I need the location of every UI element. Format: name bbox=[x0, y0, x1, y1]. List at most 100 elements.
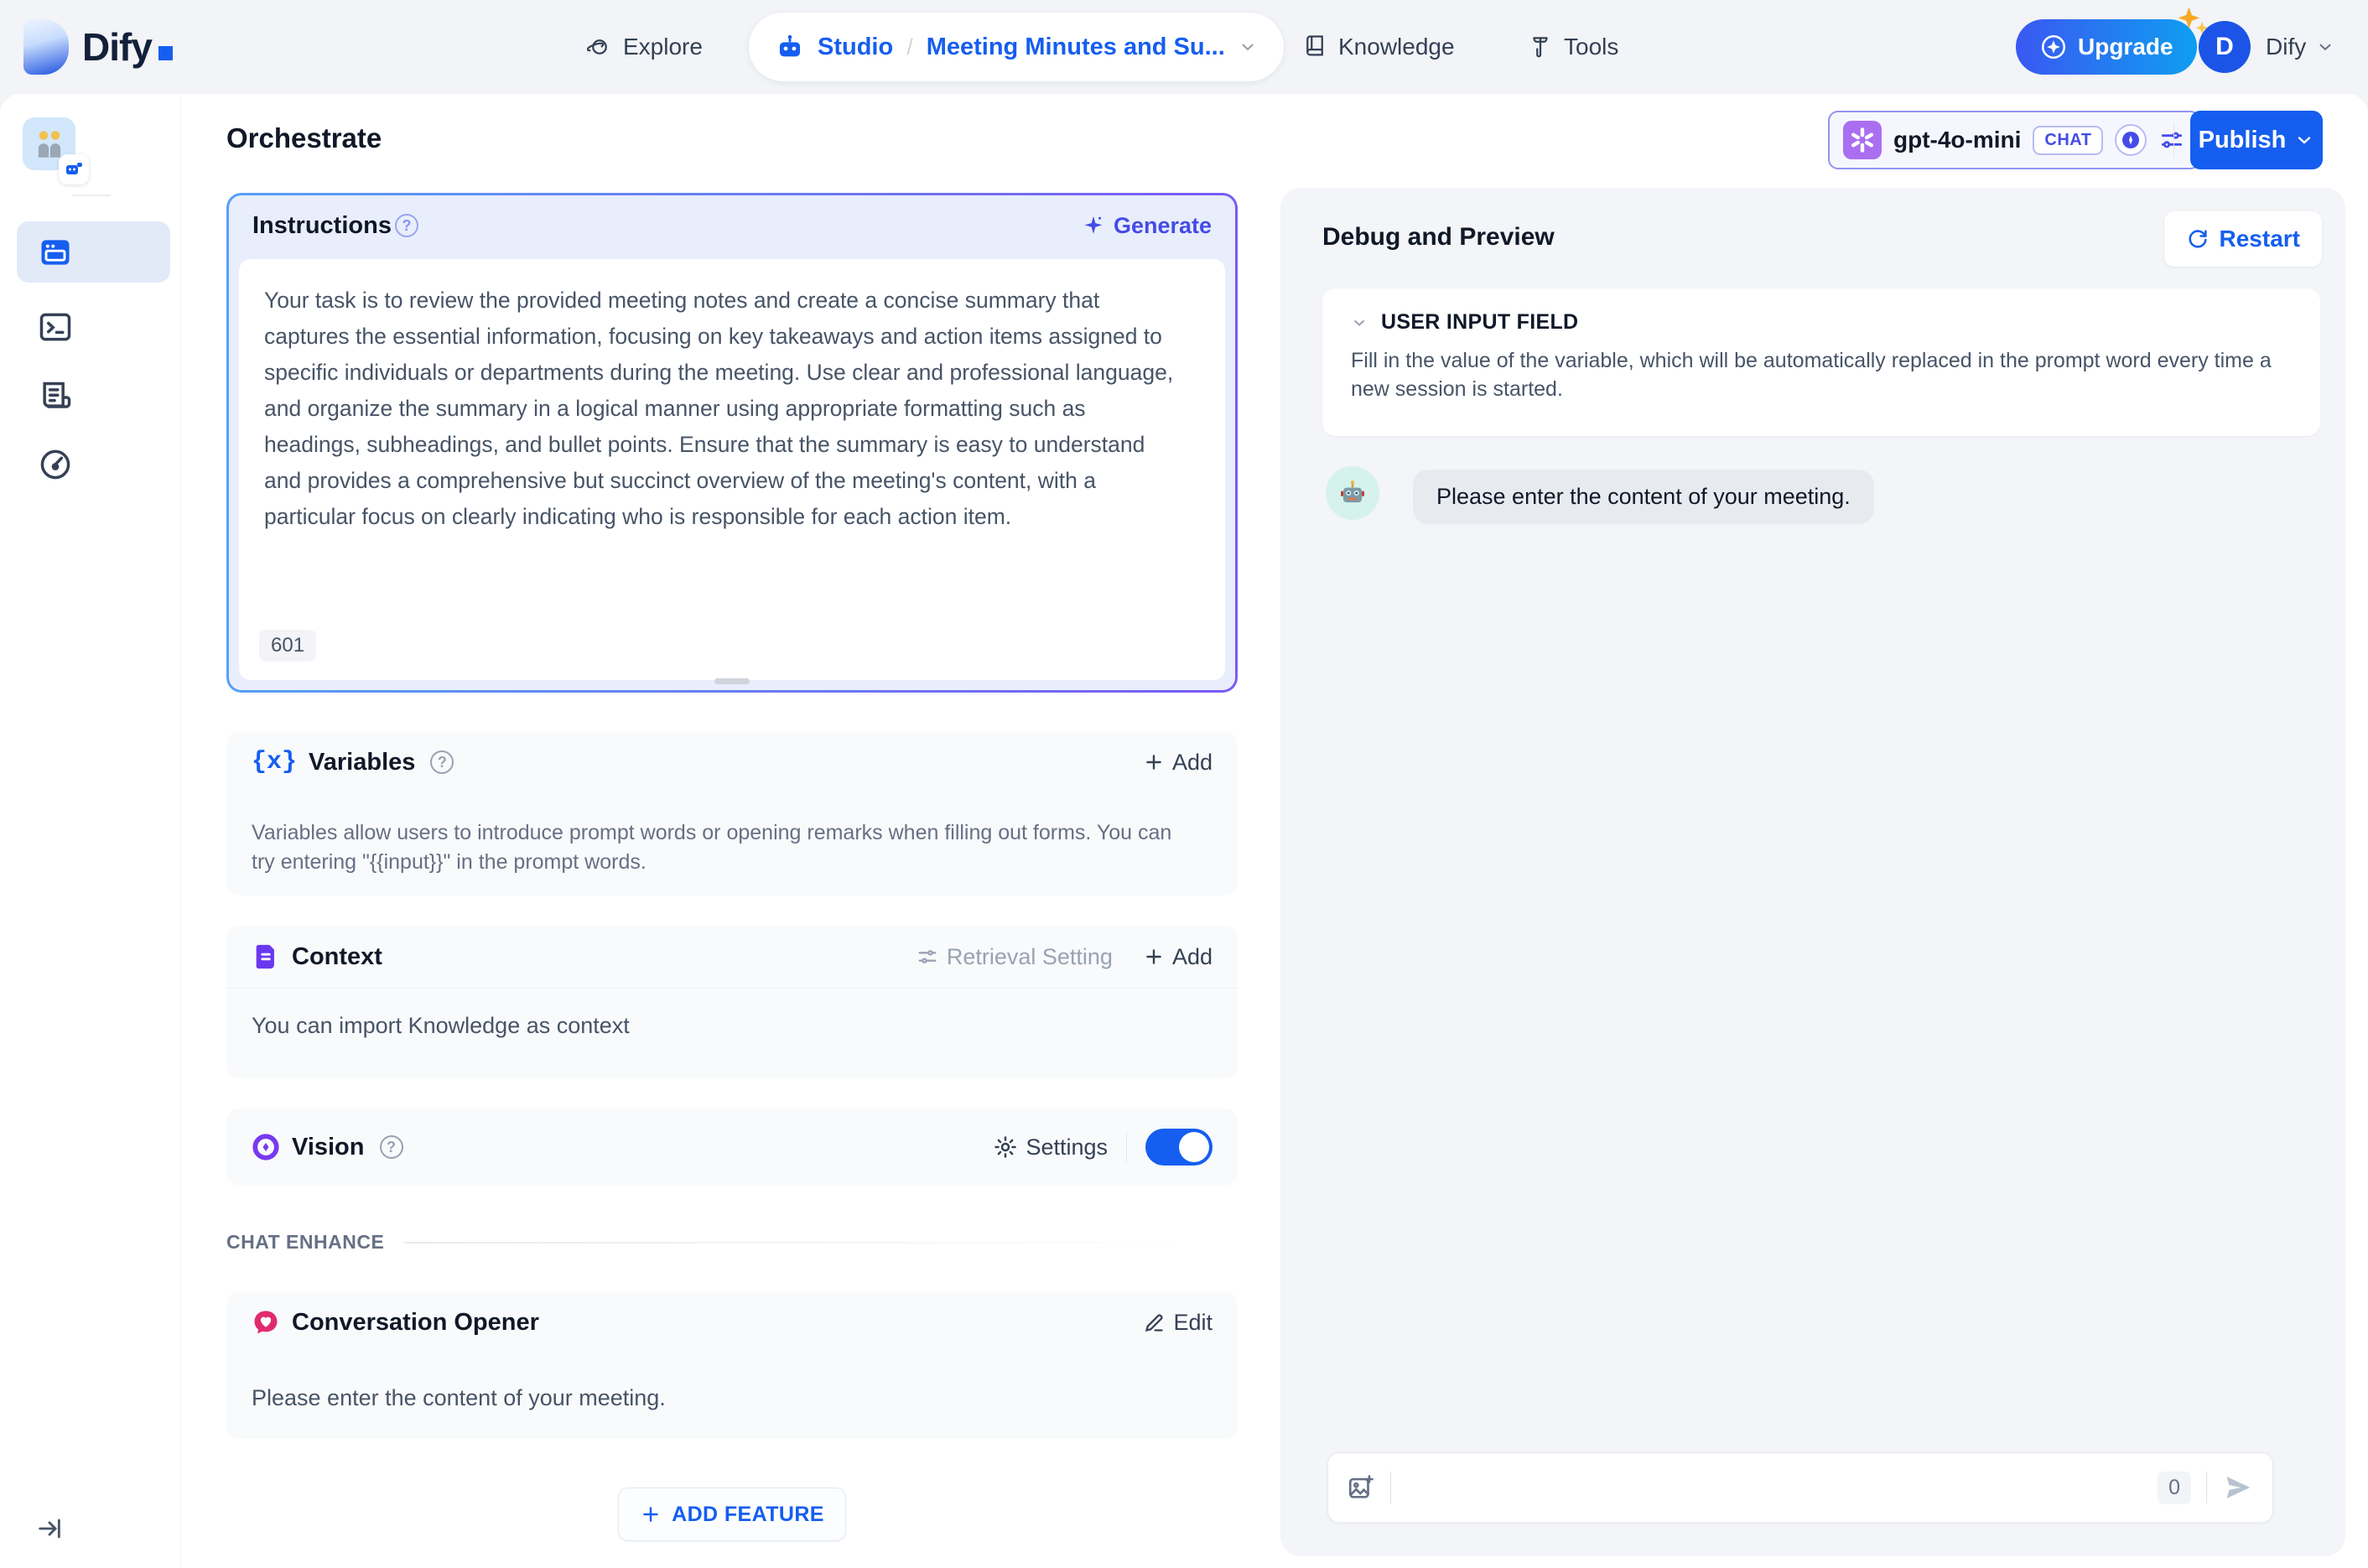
account-name: Dify bbox=[2266, 34, 2307, 60]
help-icon[interactable]: ? bbox=[379, 1135, 403, 1159]
model-name: gpt-4o-mini bbox=[1893, 127, 2022, 153]
account-menu[interactable]: Dify bbox=[2266, 0, 2334, 94]
rail-item-orchestrate[interactable] bbox=[17, 221, 170, 283]
help-icon[interactable]: ? bbox=[394, 214, 418, 237]
retrieval-setting-button[interactable]: Retrieval Setting bbox=[916, 944, 1113, 970]
vision-settings-button[interactable]: Settings bbox=[993, 1134, 1108, 1160]
instructions-panel: Instructions ? Generate Your task is to … bbox=[226, 193, 1238, 693]
chevron-down-icon[interactable] bbox=[1351, 314, 1368, 331]
brand-name: Dify bbox=[82, 24, 173, 70]
restart-button[interactable]: Restart bbox=[2163, 211, 2322, 267]
add-feature-label: ADD FEATURE bbox=[672, 1502, 824, 1526]
gear-icon bbox=[994, 1136, 1017, 1158]
user-input-field-title: USER INPUT FIELD bbox=[1381, 310, 1579, 334]
vision-title: Vision bbox=[292, 1133, 365, 1160]
sliders-icon bbox=[918, 950, 937, 963]
page-title: Orchestrate bbox=[226, 122, 382, 153]
restart-icon bbox=[2189, 230, 2207, 248]
rail-item-logs[interactable] bbox=[37, 379, 74, 416]
model-mode-badge: CHAT bbox=[2033, 125, 2104, 155]
context-section: Context Retrieval Setting Add You can im… bbox=[226, 926, 1238, 1078]
user-input-field-card[interactable]: USER INPUT FIELD Fill in the value of th… bbox=[1322, 288, 2320, 436]
nav-explore[interactable]: Explore bbox=[587, 0, 703, 94]
retrieval-setting-label: Retrieval Setting bbox=[946, 943, 1113, 969]
vision-eye-icon bbox=[252, 1134, 279, 1160]
hammer-icon bbox=[1528, 34, 1553, 60]
nav-studio-label[interactable]: Studio bbox=[818, 34, 893, 61]
breadcrumb-separator: / bbox=[906, 34, 913, 60]
rail-divider bbox=[72, 195, 111, 196]
send-icon[interactable] bbox=[2222, 1472, 2254, 1503]
openai-logo-icon bbox=[1843, 121, 1882, 159]
main-panel: Orchestrate gpt-4o-mini CHAT Publish Ins… bbox=[0, 94, 2368, 1568]
terminal-icon bbox=[39, 313, 71, 341]
context-title: Context bbox=[292, 942, 382, 970]
add-variable-button[interactable]: Add bbox=[1143, 750, 1213, 776]
context-description: You can import Knowledge as context bbox=[252, 1013, 630, 1038]
opening-statement: Please enter the content of your meeting… bbox=[252, 1385, 666, 1410]
nav-explore-label: Explore bbox=[623, 34, 703, 60]
add-label: Add bbox=[1171, 749, 1213, 775]
collapse-sidebar-button[interactable] bbox=[35, 1514, 64, 1543]
variables-section: {x} Variables ? Add Variables allow user… bbox=[226, 731, 1238, 896]
conversation-opener-title: Conversation Opener bbox=[292, 1308, 539, 1336]
robot-icon bbox=[776, 33, 804, 61]
nav-tools[interactable]: Tools bbox=[1528, 0, 1618, 94]
studio-breadcrumb-pill[interactable]: Studio / Meeting Minutes and Su... bbox=[749, 13, 1284, 81]
chevron-down-icon bbox=[2316, 38, 2334, 56]
toolbar-divider bbox=[2173, 124, 2174, 158]
gauge-icon bbox=[40, 449, 70, 480]
add-feature-button[interactable]: ADD FEATURE bbox=[618, 1488, 846, 1541]
input-divider bbox=[2206, 1472, 2207, 1503]
add-context-button[interactable]: Add bbox=[1143, 944, 1213, 970]
user-avatar[interactable]: D bbox=[2199, 21, 2251, 73]
chat-input[interactable]: 0 bbox=[1327, 1452, 2273, 1523]
upgrade-label: Upgrade bbox=[2078, 34, 2173, 60]
model-selector[interactable]: gpt-4o-mini CHAT bbox=[1828, 111, 2201, 169]
upgrade-button[interactable]: Upgrade bbox=[2016, 7, 2208, 75]
top-header: Dify Explore Studio / Meeting Minutes an… bbox=[0, 0, 2368, 94]
chevron-down-icon[interactable] bbox=[1239, 38, 1257, 56]
settings-label: Settings bbox=[1026, 1134, 1108, 1160]
restart-label: Restart bbox=[2219, 226, 2300, 252]
char-count-badge: 601 bbox=[259, 630, 317, 662]
char-counter: 0 bbox=[2158, 1471, 2191, 1504]
assistant-avatar bbox=[1326, 466, 1379, 520]
variables-title: Variables bbox=[309, 748, 416, 776]
chat-enhance-group: CHAT ENHANCE bbox=[226, 1231, 1238, 1254]
avatar-initial: D bbox=[2215, 33, 2234, 60]
model-params-icon[interactable] bbox=[2158, 127, 2185, 153]
generate-button[interactable]: Generate bbox=[1082, 213, 1212, 239]
dify-logo: Dify bbox=[23, 19, 173, 75]
chat-enhance-divider bbox=[404, 1241, 1238, 1243]
resize-handle[interactable] bbox=[714, 678, 750, 684]
plus-icon bbox=[643, 1507, 658, 1522]
chat-enhance-label: CHAT ENHANCE bbox=[226, 1231, 385, 1253]
image-upload-icon[interactable] bbox=[1347, 1473, 1375, 1502]
plus-icon bbox=[1146, 755, 1161, 770]
toggle-knob bbox=[1179, 1132, 1209, 1162]
context-divider bbox=[226, 988, 1238, 989]
instructions-header: Instructions ? Generate bbox=[229, 195, 1235, 256]
instructions-title: Instructions bbox=[252, 211, 392, 239]
publish-button[interactable]: Publish bbox=[2190, 111, 2323, 169]
edit-label: Edit bbox=[1173, 1309, 1213, 1335]
instructions-text[interactable]: Your task is to review the provided meet… bbox=[264, 283, 1178, 535]
rail-item-monitoring[interactable] bbox=[37, 446, 74, 483]
add-label: Add bbox=[1171, 943, 1213, 969]
rail-item-api[interactable] bbox=[37, 309, 74, 345]
nav-knowledge[interactable]: Knowledge bbox=[1302, 0, 1455, 94]
conversation-opener-section: Conversation Opener Edit Please enter th… bbox=[226, 1291, 1238, 1439]
breadcrumb-app-name[interactable]: Meeting Minutes and Su... bbox=[927, 34, 1225, 61]
arrow-collapse-icon bbox=[39, 1519, 60, 1539]
assistant-message-bubble: Please enter the content of your meeting… bbox=[1413, 470, 1874, 524]
vision-toggle[interactable] bbox=[1145, 1129, 1213, 1166]
heart-bubble-icon bbox=[254, 1311, 278, 1334]
help-icon[interactable]: ? bbox=[430, 750, 454, 774]
orchestrate-window-icon bbox=[41, 239, 70, 265]
instructions-editor[interactable]: Your task is to review the provided meet… bbox=[239, 259, 1225, 680]
edit-opener-button[interactable]: Edit bbox=[1143, 1310, 1213, 1336]
brand-dot bbox=[158, 46, 173, 60]
gem-icon bbox=[2039, 33, 2068, 61]
model-visibility-icon[interactable] bbox=[2115, 124, 2147, 156]
